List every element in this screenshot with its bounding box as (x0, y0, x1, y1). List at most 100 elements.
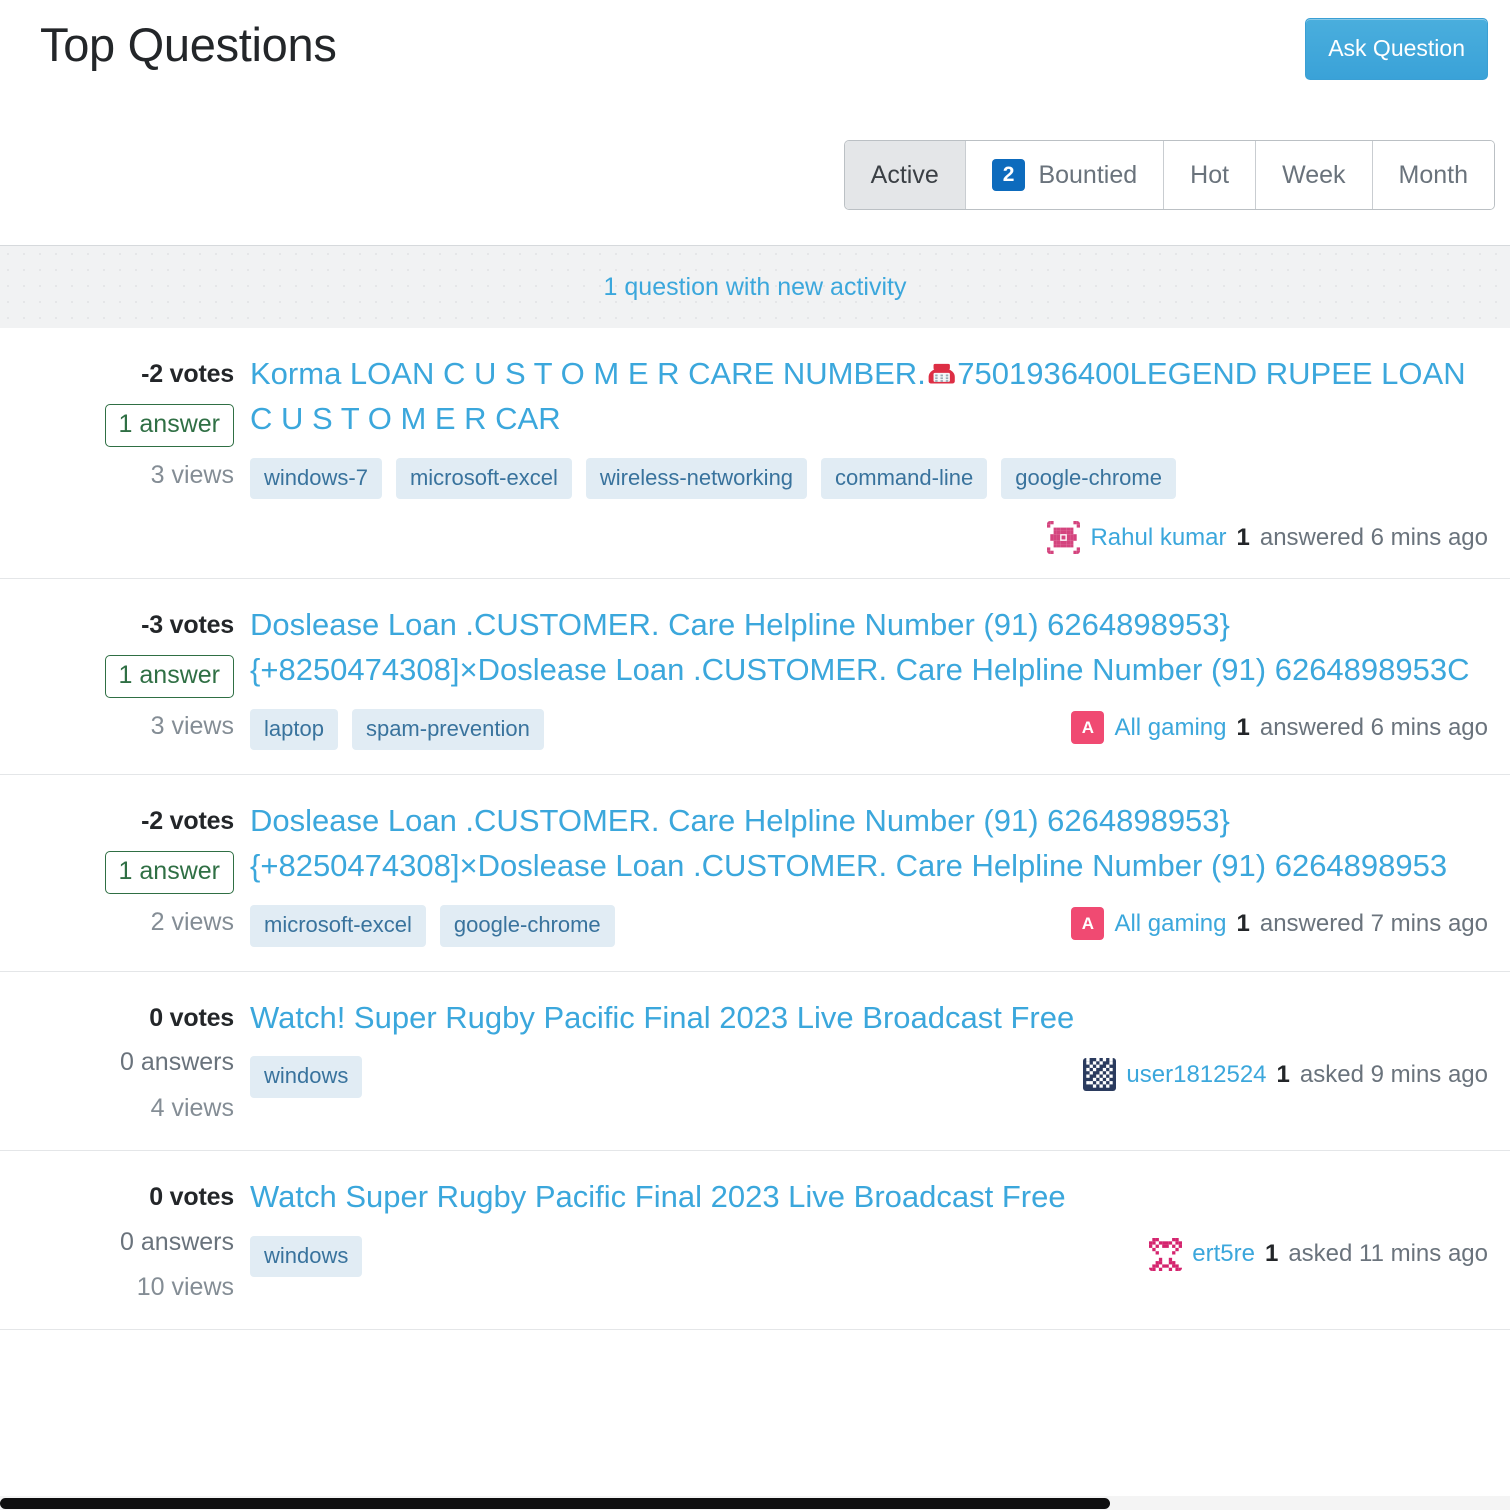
question-stats: -2 votes 1 answer 2 views (0, 799, 248, 946)
tag-list: windows (250, 1235, 363, 1277)
user-reputation: 1 (1276, 1060, 1290, 1088)
question-list: -2 votes 1 answer 3 views Korma LOAN C U S … (0, 328, 1510, 1331)
tab-week[interactable]: Week (1256, 141, 1373, 209)
user-reputation: 1 (1236, 713, 1250, 741)
question-row: -3 votes 1 answer 3 views Doslease Loan .CU… (0, 579, 1510, 776)
page-header: Top Questions Ask Question (0, 0, 1510, 110)
tag-microsoft-excel[interactable]: microsoft-excel (250, 905, 426, 947)
answer-count: 1 answer (104, 851, 234, 895)
view-count: 4 views (150, 1094, 234, 1123)
question-stats: -2 votes 1 answer 3 views (0, 352, 248, 554)
answer-count: 0 answers (120, 1048, 234, 1077)
tag-command-line[interactable]: command-line (821, 457, 988, 500)
tab-label: Hot (1190, 160, 1230, 189)
question-title-text: Korma LOAN C U S T O M E R CARE NUMBER. (250, 356, 926, 391)
question-title-link[interactable]: Doslease Loan .CUSTOMER. Care Helpline N… (250, 799, 1488, 889)
vote-count: 0 votes (149, 1003, 234, 1032)
horizontal-scrollbar[interactable] (0, 1496, 1510, 1510)
user-avatar-identicon[interactable] (1083, 1058, 1117, 1092)
question-user-card: user1812524 1 asked 9 mins ago (1083, 1056, 1488, 1092)
tag-wireless-networking[interactable]: wireless-networking (585, 457, 808, 500)
new-activity-banner[interactable]: 1 question with new activity (0, 246, 1510, 328)
question-user-card: A All gaming 1 answered 7 mins ago (1071, 905, 1488, 941)
answer-count-wrap: 1 answer (0, 392, 234, 447)
tag-list: windows-7 microsoft-excel wireless-network… (250, 457, 1176, 500)
question-user-card: ert5re 1 asked 11 mins ago (1149, 1236, 1488, 1271)
question-meta: laptop spam-prevention A All gaming 1 answere… (250, 709, 1488, 751)
user-reputation: 1 (1236, 909, 1250, 937)
tag-google-chrome[interactable]: google-chrome (1001, 457, 1176, 500)
tabbar-wrap: Active 2 Bountied Hot Week Month (0, 110, 1510, 245)
question-user-card: Rahul kumar 1 answered 6 mins ago (1047, 519, 1488, 555)
user-name-link[interactable]: All gaming (1114, 714, 1226, 742)
question-filter-tabbar: Active 2 Bountied Hot Week Month (843, 140, 1495, 210)
question-body: Watch! Super Rugby Pacific Final 2023 Li… (248, 996, 1488, 1126)
question-title-link[interactable]: Korma LOAN C U S T O M E R CARE NUMBER. 7… (250, 352, 1488, 442)
tab-active[interactable]: Active (844, 141, 966, 209)
question-row: 0 votes 0 answers 10 views Watch Super Rugb… (0, 1151, 1510, 1331)
ask-question-button[interactable]: Ask Question (1305, 18, 1488, 80)
question-title-link[interactable]: Watch Super Rugby Pacific Final 2023 Liv… (250, 1175, 1488, 1220)
tag-microsoft-excel[interactable]: microsoft-excel (395, 457, 572, 500)
answer-count: 1 answer (104, 654, 234, 699)
tag-list: laptop spam-prevention (250, 709, 544, 751)
tag-google-chrome[interactable]: google-chrome (439, 905, 615, 947)
user-avatar-identicon[interactable] (1047, 521, 1081, 555)
view-count: 3 views (150, 461, 234, 489)
tag-windows-7[interactable]: windows-7 (250, 457, 382, 500)
vote-count: 0 votes (149, 1182, 234, 1211)
tag-windows[interactable]: windows (250, 1056, 363, 1098)
tab-label: Active (870, 160, 939, 189)
question-title-link[interactable]: Doslease Loan .CUSTOMER. Care Helpline N… (250, 603, 1488, 693)
user-name-link[interactable]: user1812524 (1126, 1061, 1266, 1089)
question-meta: windows ert5re 1 asked 11 mins ago (250, 1235, 1488, 1277)
view-count: 2 views (150, 908, 234, 937)
question-meta: microsoft-excel google-chrome A All gaming 1… (250, 905, 1488, 947)
tab-month[interactable]: Month (1372, 141, 1494, 209)
question-stats: 0 votes 0 answers 4 views (0, 996, 248, 1126)
user-avatar-letter[interactable]: A (1071, 907, 1105, 941)
question-row: 0 votes 0 answers 4 views Watch! Super Rugb… (0, 972, 1510, 1151)
tag-list: microsoft-excel google-chrome (250, 905, 615, 947)
user-name-link[interactable]: ert5re (1192, 1240, 1255, 1268)
question-title-link[interactable]: Watch! Super Rugby Pacific Final 2023 Li… (250, 996, 1488, 1041)
question-timestamp: asked 11 mins ago (1288, 1240, 1488, 1268)
answer-count-wrap: 1 answer (0, 643, 234, 699)
question-body: Korma LOAN C U S T O M E R CARE NUMBER. 7… (248, 352, 1488, 555)
new-activity-link[interactable]: 1 question with new activity (604, 273, 907, 302)
tab-bountied[interactable]: 2 Bountied (965, 141, 1165, 209)
answer-count: 0 answers (120, 1227, 234, 1256)
scrollbar-thumb[interactable] (0, 1498, 1110, 1509)
telephone-emoji-icon (926, 356, 957, 391)
question-title-text: Doslease Loan .CUSTOMER. Care Helpline N… (250, 607, 1470, 688)
question-timestamp: answered 6 mins ago (1259, 523, 1488, 551)
tag-windows[interactable]: windows (250, 1235, 363, 1277)
tag-laptop[interactable]: laptop (250, 709, 338, 751)
tag-spam-prevention[interactable]: spam-prevention (351, 709, 544, 751)
answer-count-wrap: 1 answer (0, 839, 234, 895)
user-avatar-letter[interactable]: A (1071, 711, 1105, 745)
user-reputation: 1 (1264, 1240, 1279, 1268)
question-body: Watch Super Rugby Pacific Final 2023 Liv… (248, 1175, 1488, 1305)
question-title-text: Doslease Loan .CUSTOMER. Care Helpline N… (250, 803, 1448, 884)
user-name-link[interactable]: All gaming (1114, 910, 1226, 938)
question-title-text: Watch! Super Rugby Pacific Final 2023 Li… (250, 999, 1075, 1035)
user-name-link[interactable]: Rahul kumar (1090, 524, 1226, 552)
question-body: Doslease Loan .CUSTOMER. Care Helpline N… (248, 603, 1488, 751)
vote-count: -2 votes (141, 807, 234, 836)
tab-label: Bountied (1038, 160, 1138, 189)
question-body: Doslease Loan .CUSTOMER. Care Helpline N… (248, 799, 1488, 947)
vote-count: -2 votes (141, 360, 234, 388)
answer-count-wrap: 0 answers (0, 1226, 234, 1260)
question-row: -2 votes 1 answer 3 views Korma LOAN C U S … (0, 328, 1510, 580)
question-timestamp: asked 9 mins ago (1299, 1060, 1488, 1088)
vote-count: -3 votes (141, 611, 234, 640)
tab-hot[interactable]: Hot (1164, 141, 1257, 209)
question-timestamp: answered 7 mins ago (1259, 909, 1488, 937)
question-stats: -3 votes 1 answer 3 views (0, 603, 248, 750)
tab-badge-count: 2 (991, 158, 1026, 192)
tag-list: windows (250, 1056, 363, 1098)
question-meta: windows-7 microsoft-excel wireless-network… (250, 457, 1488, 555)
user-avatar-identicon[interactable] (1149, 1237, 1183, 1271)
tab-label: Week (1282, 160, 1346, 189)
